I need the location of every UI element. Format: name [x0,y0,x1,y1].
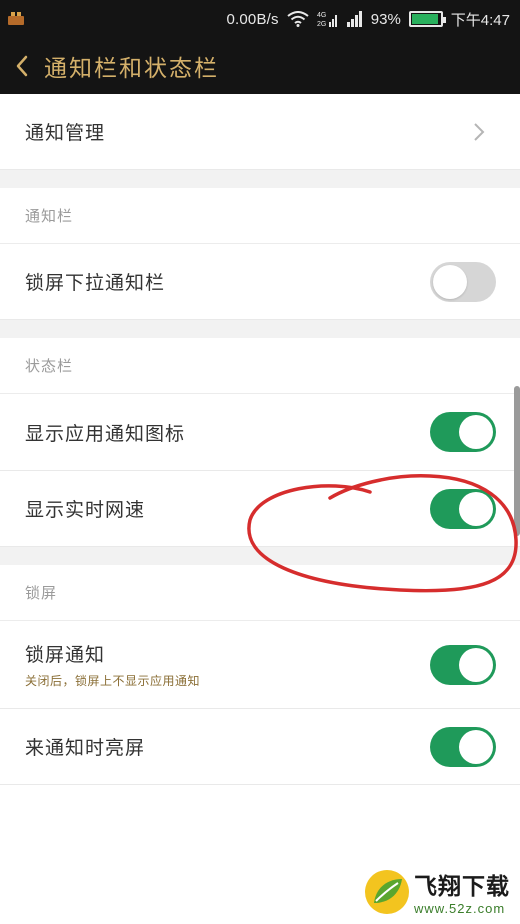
app-notification-icon [8,12,24,25]
signal-4g-icon: 4G 2G [317,12,337,28]
leaf-logo-icon [365,869,409,914]
show-net-speed-item[interactable]: 显示实时网速 [0,471,520,547]
scrollbar-thumb[interactable] [514,386,520,536]
battery-fill [411,14,438,24]
chevron-left-icon [16,55,28,77]
signal-strength-icon [346,11,362,27]
section-header-lock-screen: 锁屏 [0,565,520,621]
section-divider [0,320,520,338]
toggle-knob [459,647,493,682]
app-bar: 通知栏和状态栏 [0,38,520,94]
show-app-icons-label: 显示应用通知图标 [25,422,186,445]
wake-on-notify-toggle[interactable] [430,726,496,767]
lockscreen-notify-text: 锁屏通知 关闭后，锁屏上不显示应用通知 [25,640,200,689]
settings-list: 通知管理 通知栏 锁屏下拉通知栏 状态栏 显示应用通知图标 显示实时网速 锁屏 … [0,94,520,785]
lockscreen-notify-subtitle: 关闭后，锁屏上不显示应用通知 [25,674,201,688]
lockscreen-notify-label: 锁屏通知 [25,644,106,666]
show-app-icons-toggle[interactable] [430,412,496,452]
watermark-text: 飞翔下载 www.52z.com [414,867,510,916]
battery-percent: 93% [370,10,401,28]
back-button[interactable] [0,38,44,94]
toggle-knob [459,415,493,449]
clock: 下午4:47 [450,11,510,29]
watermark-brand: 飞翔下载 [414,874,510,900]
section-title: 状态栏 [25,357,74,375]
show-net-speed-label: 显示实时网速 [25,499,146,521]
page-title: 通知栏和状态栏 [44,56,219,82]
lockscreen-notify-item[interactable]: 锁屏通知 关闭后，锁屏上不显示应用通知 [0,621,520,709]
notification-management-label: 通知管理 [25,122,106,144]
show-app-icons-item[interactable]: 显示应用通知图标 [0,394,520,471]
battery-icon [408,11,446,27]
wake-on-notify-label: 来通知时亮屏 [25,737,146,759]
toggle-knob [459,491,493,526]
toggle-knob [459,729,493,764]
lockscreen-pulldown-toggle[interactable] [430,261,496,302]
wake-on-notify-item[interactable]: 来通知时亮屏 [0,709,520,785]
wifi-icon [287,11,309,27]
status-bar: 0.00B/s 4G 2G 93% 下午4:47 [0,0,520,38]
lockscreen-pulldown-label: 锁屏下拉通知栏 [25,272,166,294]
network-type-label: 4G [317,12,326,19]
section-header-notification-bar: 通知栏 [0,188,520,244]
watermark: 飞翔下载 www.52z.com [364,867,510,916]
section-divider [0,170,520,188]
chevron-right-icon [474,122,485,141]
watermark-url: www.52z.com [414,901,506,916]
section-title: 通知栏 [25,207,74,225]
section-divider [0,547,520,565]
toggle-knob [433,264,467,299]
notification-management-item[interactable]: 通知管理 [0,94,520,170]
lockscreen-notify-toggle[interactable] [430,644,496,685]
svg-text:2G: 2G [317,21,326,28]
show-net-speed-toggle[interactable] [430,488,496,529]
lockscreen-pulldown-item[interactable]: 锁屏下拉通知栏 [0,244,520,320]
section-header-status-bar: 状态栏 [0,338,520,394]
net-speed: 0.00B/s [226,10,279,28]
section-title: 锁屏 [25,584,58,602]
